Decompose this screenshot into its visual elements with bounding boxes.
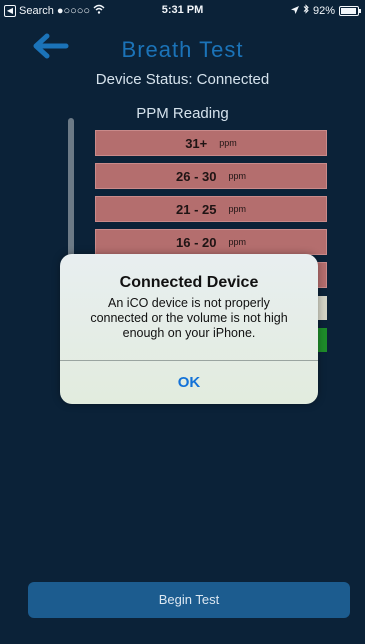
alert-dialog: Connected Device An iCO device is not pr…	[60, 254, 318, 404]
ppm-row: 31+ ppm	[95, 130, 327, 156]
ppm-row: 26 - 30 ppm	[95, 163, 327, 189]
ppm-range: 26 - 30	[176, 168, 217, 184]
ppm-range: 31+	[185, 135, 208, 151]
status-right: 92%	[290, 4, 361, 17]
battery-percent: 92%	[312, 4, 335, 17]
location-icon	[290, 5, 299, 17]
ppm-row: 16 - 20 ppm	[95, 229, 327, 255]
device-status-label: Device Status: Connected	[95, 71, 270, 88]
ppm-range: 21 - 25	[176, 201, 217, 217]
battery-icon	[339, 5, 361, 16]
alert-message: An iCO device is not properly connected …	[90, 296, 288, 340]
ok-button[interactable]: OK	[60, 361, 318, 404]
ppm-unit: ppm	[228, 171, 246, 181]
alert-title: Connected Device	[119, 274, 259, 291]
ppm-reading-heading: PPM Reading	[136, 105, 229, 122]
battery-fill	[341, 7, 356, 14]
ppm-row: 21 - 25 ppm	[95, 196, 327, 222]
page-title: Breath Test	[121, 37, 244, 62]
ppm-unit: ppm	[228, 237, 246, 247]
begin-test-button[interactable]: Begin Test	[28, 582, 350, 618]
ppm-range: 16 - 20	[176, 234, 217, 250]
status-bar: ◀ Search ●○○○○ 5:31 PM 92%	[0, 0, 365, 20]
ppm-unit: ppm	[219, 138, 237, 148]
bluetooth-icon	[303, 4, 309, 17]
ppm-unit: ppm	[228, 204, 246, 214]
